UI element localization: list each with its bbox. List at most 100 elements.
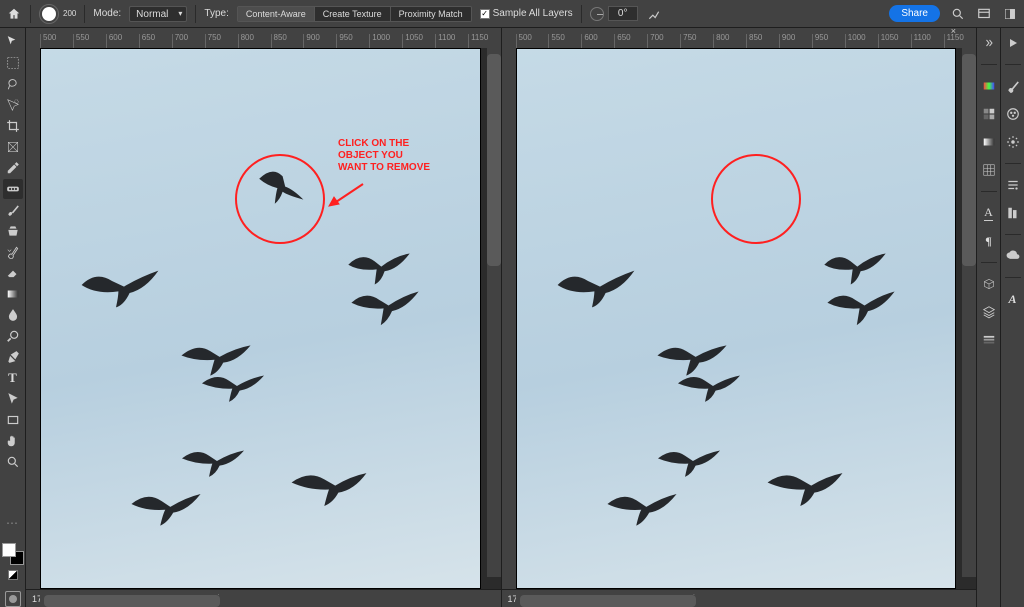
character-panel-icon[interactable]: A — [980, 204, 998, 222]
canvas-left[interactable]: CLICK ON THE OBJECT YOU WANT TO REMOVE — [40, 48, 481, 589]
brush-panel-icon[interactable] — [1004, 77, 1022, 95]
type-content-aware[interactable]: Content-Aware — [238, 7, 315, 21]
cc-libraries-icon[interactable] — [1004, 247, 1022, 265]
mode-select[interactable]: Normal — [129, 6, 187, 22]
tool-eraser[interactable] — [3, 263, 23, 283]
ruler-tick: 1100 — [435, 34, 455, 48]
ruler-tick: 900 — [303, 34, 319, 48]
ruler-vertical[interactable] — [502, 48, 516, 589]
pressure-icon[interactable] — [646, 6, 662, 22]
tool-spot-healing[interactable] — [3, 179, 23, 199]
bird — [606, 488, 678, 528]
search-icon[interactable] — [950, 6, 966, 22]
patterns-panel-icon[interactable] — [980, 161, 998, 179]
play-icon[interactable] — [1004, 34, 1022, 52]
adjustments-icon[interactable] — [1004, 105, 1022, 123]
bird — [290, 468, 368, 508]
color-panel-icon[interactable] — [980, 77, 998, 95]
panel-dock-outer: A — [1000, 28, 1024, 607]
tool-zoom[interactable] — [3, 452, 23, 472]
bird — [556, 268, 636, 310]
edit-toolbar-icon[interactable]: ⋯ — [6, 516, 19, 530]
tool-move[interactable] — [3, 32, 23, 52]
gradients-panel-icon[interactable] — [980, 133, 998, 151]
default-colors-icon[interactable] — [8, 570, 18, 580]
tool-crop[interactable] — [3, 116, 23, 136]
tool-marquee[interactable] — [3, 53, 23, 73]
ruler-tick: 650 — [614, 34, 630, 48]
transform-3d-icon[interactable] — [980, 275, 998, 293]
ruler-tick: 950 — [336, 34, 352, 48]
tool-gradient[interactable] — [3, 284, 23, 304]
quick-mask-icon[interactable] — [5, 591, 21, 607]
layers-panel-icon[interactable] — [980, 303, 998, 321]
ruler-tick: 800 — [713, 34, 729, 48]
ruler-tick: 1100 — [911, 34, 931, 48]
tool-hand[interactable] — [3, 431, 23, 451]
ruler-tick: 600 — [106, 34, 122, 48]
tool-quick-select[interactable] — [3, 95, 23, 115]
ruler-vertical[interactable] — [26, 48, 40, 589]
modifiers-icon[interactable] — [1004, 176, 1022, 194]
annotation-circle — [711, 154, 801, 244]
bird-target — [254, 163, 306, 205]
tool-pen[interactable] — [3, 347, 23, 367]
canvas-right[interactable] — [516, 48, 957, 589]
bird — [656, 443, 722, 481]
bird — [766, 468, 844, 508]
home-icon[interactable] — [6, 6, 22, 22]
ruler-tick: 700 — [172, 34, 188, 48]
type-create-texture[interactable]: Create Texture — [315, 7, 391, 21]
tool-path-select[interactable] — [3, 389, 23, 409]
chevrons-icon[interactable] — [980, 34, 998, 52]
tool-rectangle[interactable] — [3, 410, 23, 430]
styles-icon[interactable] — [1004, 133, 1022, 151]
bird — [826, 288, 896, 328]
glyph-panel-icon[interactable]: A — [1004, 290, 1022, 308]
ruler-tick: 750 — [205, 34, 221, 48]
annotation-arrow-icon — [325, 180, 365, 210]
tool-clone-stamp[interactable] — [3, 221, 23, 241]
ruler-tick: 550 — [73, 34, 89, 48]
channels-panel-icon[interactable] — [980, 331, 998, 349]
color-swatches[interactable] — [2, 543, 24, 565]
scrollbar-horizontal[interactable] — [516, 595, 957, 607]
ruler-tick: 900 — [779, 34, 795, 48]
ruler-tick: 1000 — [369, 34, 390, 48]
tool-history-brush[interactable] — [3, 242, 23, 262]
brush-size-label: 200 — [63, 9, 76, 18]
workspace: 5005506006507007508008509009501000105011… — [26, 28, 976, 607]
tool-lasso[interactable] — [3, 74, 23, 94]
ruler-tick: 1050 — [402, 34, 423, 48]
ruler-horizontal[interactable]: 5005506006507007508008509009501000105011… — [40, 34, 501, 48]
brush-preview[interactable] — [39, 4, 59, 24]
ruler-tick: 1150 — [944, 34, 964, 48]
tool-type[interactable]: T — [3, 368, 23, 388]
tool-brush[interactable] — [3, 200, 23, 220]
ruler-tick: 850 — [746, 34, 762, 48]
libraries-icon[interactable] — [1004, 204, 1022, 222]
angle-input[interactable]: 0° — [608, 6, 638, 21]
sample-all-layers-checkbox[interactable]: ✓ Sample All Layers — [480, 8, 573, 19]
angle-field[interactable]: 0° — [590, 6, 638, 21]
mode-label: Mode: — [93, 8, 121, 19]
tool-dodge[interactable] — [3, 326, 23, 346]
ruler-horizontal[interactable]: 5005506006507007508008509009501000105011… — [516, 34, 977, 48]
ruler-tick: 950 — [812, 34, 828, 48]
share-button[interactable]: Share — [889, 5, 940, 22]
swatches-panel-icon[interactable] — [980, 105, 998, 123]
tool-eyedropper[interactable] — [3, 158, 23, 178]
workspace-icon[interactable] — [976, 6, 992, 22]
scrollbar-vertical[interactable] — [487, 48, 501, 577]
type-proximity-match[interactable]: Proximity Match — [391, 7, 471, 21]
scrollbar-vertical[interactable] — [962, 48, 976, 577]
ruler-tick: 1000 — [845, 34, 866, 48]
bird — [676, 368, 742, 406]
ruler-tick: 750 — [680, 34, 696, 48]
panel-menu-icon[interactable] — [1002, 6, 1018, 22]
tool-blur[interactable] — [3, 305, 23, 325]
scrollbar-horizontal[interactable] — [40, 595, 481, 607]
foreground-color[interactable] — [2, 543, 16, 557]
paragraph-panel-icon[interactable]: ¶ — [980, 232, 998, 250]
tool-frame[interactable] — [3, 137, 23, 157]
